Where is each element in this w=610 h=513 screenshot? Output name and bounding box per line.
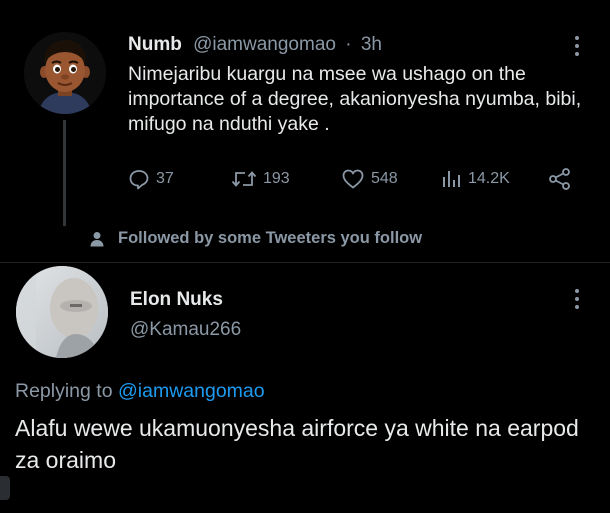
author-handle[interactable]: @iamwangomao bbox=[193, 34, 336, 55]
reply-button[interactable]: 37 bbox=[128, 164, 174, 194]
social-context-text: Followed by some Tweeters you follow bbox=[118, 229, 423, 247]
profile-photo-image bbox=[16, 266, 108, 358]
divider bbox=[0, 262, 610, 263]
reply-text: Alafu wewe ukamuonyesha airforce ya whit… bbox=[15, 415, 579, 473]
reply-author-name[interactable]: Elon Nuks bbox=[130, 289, 223, 311]
person-icon bbox=[90, 231, 104, 246]
share-icon bbox=[549, 168, 570, 190]
more-icon[interactable] bbox=[570, 287, 584, 311]
replying-prefix: Replying to bbox=[15, 380, 113, 402]
thread-line bbox=[63, 120, 66, 226]
author-name[interactable]: Numb bbox=[128, 34, 182, 55]
tweet-text: Nimejaribu kuargu na msee wa ushago on t… bbox=[128, 63, 582, 135]
reply-avatar[interactable] bbox=[16, 266, 108, 358]
retweet-button[interactable]: 193 bbox=[231, 164, 290, 194]
like-icon bbox=[342, 169, 364, 189]
more-icon[interactable] bbox=[570, 34, 584, 58]
tweet-header: Numb @iamwangomao · 3h bbox=[128, 34, 382, 56]
cartoon-avatar-image bbox=[24, 32, 106, 114]
share-button[interactable] bbox=[548, 164, 572, 194]
original-tweet[interactable]: Numb @iamwangomao · 3h Nimejaribu kuargu… bbox=[0, 0, 610, 270]
edge-marker bbox=[0, 476, 10, 500]
reply-icon bbox=[129, 170, 149, 190]
views-button[interactable]: 14.2K bbox=[440, 164, 510, 194]
retweet-icon bbox=[231, 171, 257, 187]
replying-mention-link[interactable]: @iamwangomao bbox=[118, 380, 265, 402]
views-icon bbox=[443, 171, 460, 187]
retweet-count: 193 bbox=[263, 170, 290, 187]
views-count: 14.2K bbox=[468, 170, 510, 187]
reply-author-handle[interactable]: @Kamau266 bbox=[130, 319, 241, 341]
avatar[interactable] bbox=[24, 32, 106, 114]
like-button[interactable]: 548 bbox=[341, 164, 398, 194]
timestamp[interactable]: 3h bbox=[361, 34, 382, 55]
social-context: Followed by some Tweeters you follow bbox=[90, 229, 422, 248]
like-count: 548 bbox=[371, 170, 398, 187]
tweet-actions: 37 193 548 14.2K bbox=[128, 164, 588, 194]
reply-count: 37 bbox=[156, 170, 174, 187]
separator-dot: · bbox=[345, 34, 352, 55]
replying-to: Replying to @iamwangomao bbox=[15, 380, 265, 403]
